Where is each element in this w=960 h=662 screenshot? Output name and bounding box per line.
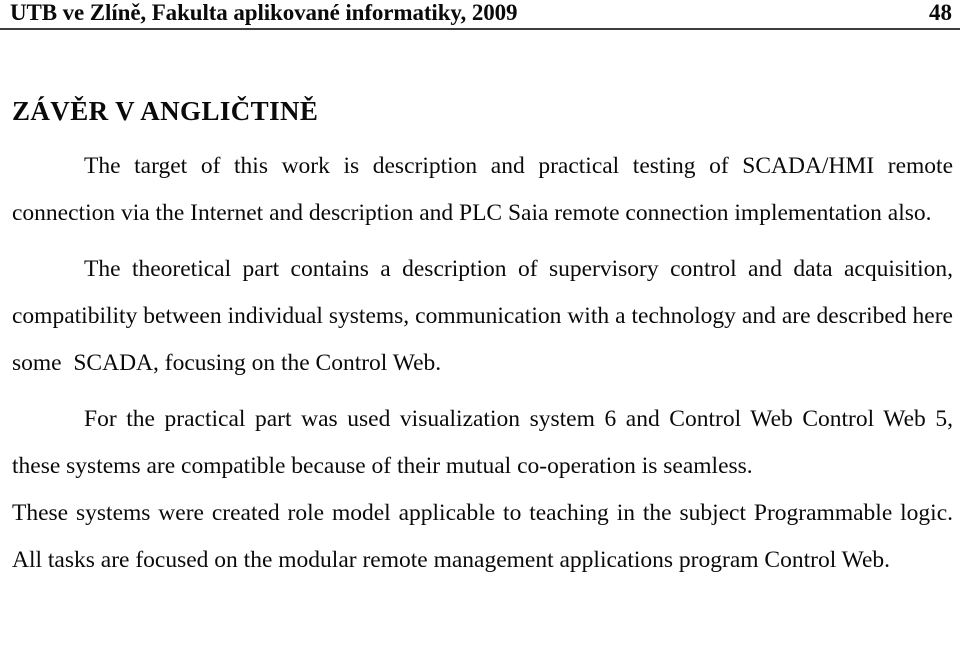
header-divider [0,28,960,30]
body-text: The target of this work is description a… [12,143,953,584]
paragraph-2: The theoretical part contains a descript… [12,256,959,376]
paragraph-3: For the practical part was used visualiz… [12,406,959,479]
page-number: 48 [929,0,952,25]
running-header: UTB ve Zlíně, Fakulta aplikované informa… [0,0,960,30]
document-page: UTB ve Zlíně, Fakulta aplikované informa… [0,0,960,662]
header-title: UTB ve Zlíně, Fakulta aplikované informa… [10,0,518,25]
paragraph-4: These systems were created role model ap… [12,500,958,573]
paragraph-1: The target of this work is description a… [12,153,959,226]
section-heading: ZÁVĚR V ANGLIČTINĚ [12,96,319,127]
